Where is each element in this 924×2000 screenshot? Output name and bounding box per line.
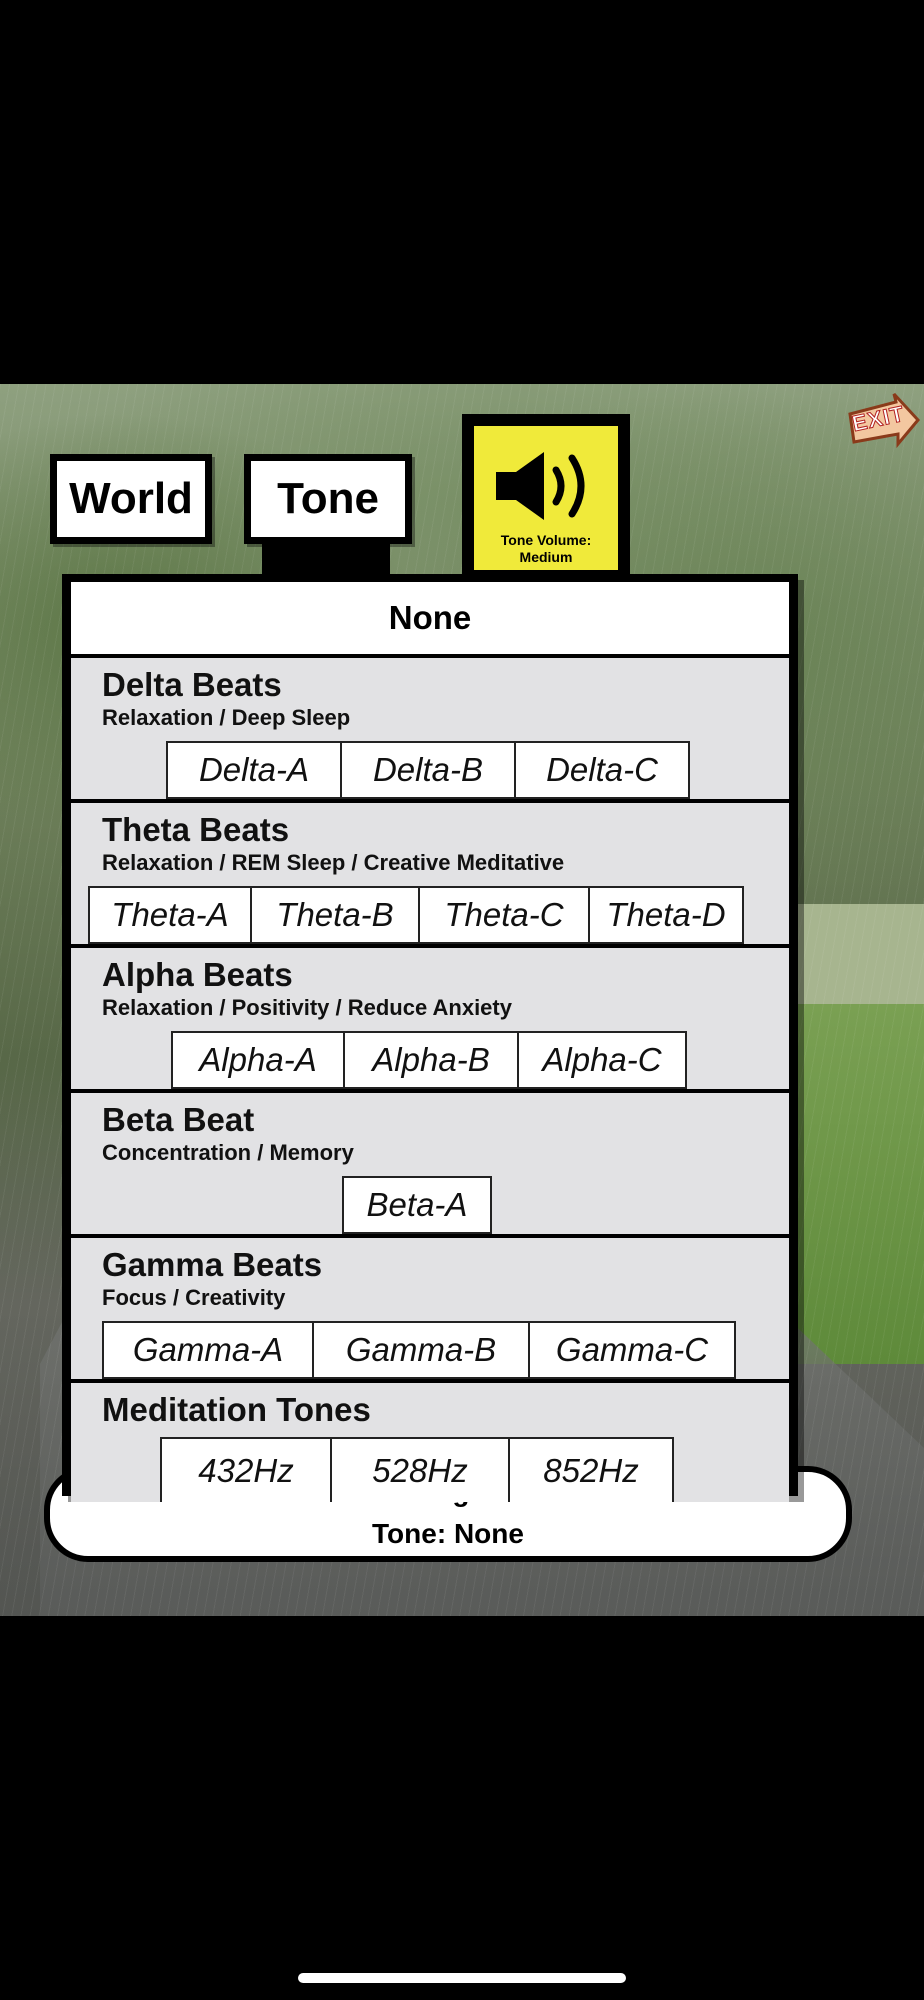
exit-button[interactable]: EXIT: [846, 392, 920, 450]
section-subtitle: Relaxation / REM Sleep / Creative Medita…: [102, 850, 565, 875]
tone-option-gamma-c[interactable]: Gamma-C: [528, 1321, 736, 1379]
tone-option-beta-a[interactable]: Beta-A: [342, 1176, 492, 1234]
tone-option-alpha-b[interactable]: Alpha-B: [343, 1031, 519, 1089]
section-title: Theta Beats: [102, 811, 290, 848]
tone-option-theta-d[interactable]: Theta-D: [588, 886, 744, 944]
tone-option-alpha-c[interactable]: Alpha-C: [517, 1031, 687, 1089]
tone-selection-panel: None Delta Beats Relaxation / Deep Sleep…: [62, 574, 798, 1502]
tone-option-852hz[interactable]: 852Hz: [508, 1437, 674, 1502]
tone-option-theta-b[interactable]: Theta-B: [250, 886, 420, 944]
tone-option-theta-c[interactable]: Theta-C: [418, 886, 590, 944]
section-title: Alpha Beats: [102, 956, 293, 993]
section-alpha: Alpha Beats Relaxation / Positivity / Re…: [71, 948, 789, 1089]
tone-option-none[interactable]: None: [71, 582, 789, 654]
section-subtitle: Relaxation / Deep Sleep: [102, 705, 351, 730]
tone-option-gamma-a[interactable]: Gamma-A: [102, 1321, 314, 1379]
tone-option-delta-b[interactable]: Delta-B: [340, 741, 516, 799]
home-indicator[interactable]: [298, 1973, 626, 1983]
tab-world[interactable]: World: [50, 454, 212, 544]
tone-option-theta-a[interactable]: Theta-A: [88, 886, 252, 944]
section-title: Beta Beat: [102, 1101, 255, 1138]
section-gamma: Gamma Beats Focus / Creativity Gamma-A G…: [71, 1238, 789, 1379]
tone-option-528hz[interactable]: 528Hz: [330, 1437, 510, 1502]
tone-volume-button[interactable]: Tone Volume: Medium: [462, 414, 630, 578]
section-subtitle: Relaxation / Positivity / Reduce Anxiety: [102, 995, 512, 1020]
tone-option-delta-a[interactable]: Delta-A: [166, 741, 342, 799]
section-title: Delta Beats: [102, 666, 282, 703]
section-title: Gamma Beats: [102, 1246, 323, 1283]
section-title: Meditation Tones: [102, 1391, 371, 1428]
tone-option-432hz[interactable]: 432Hz: [160, 1437, 332, 1502]
tone-option-alpha-a[interactable]: Alpha-A: [171, 1031, 345, 1089]
section-beta: Beta Beat Concentration / Memory Beta-A: [71, 1093, 789, 1234]
section-subtitle: Concentration / Memory: [102, 1140, 354, 1165]
section-meditation: Meditation Tones 432Hz 528Hz 852Hz: [71, 1383, 789, 1502]
section-theta: Theta Beats Relaxation / REM Sleep / Cre…: [71, 803, 789, 944]
tone-volume-label: Tone Volume: Medium: [500, 532, 592, 565]
tone-option-gamma-b[interactable]: Gamma-B: [312, 1321, 530, 1379]
status-tone: Tone: None: [372, 1518, 524, 1549]
tab-tone[interactable]: Tone: [244, 454, 412, 544]
section-subtitle: Focus / Creativity: [102, 1285, 286, 1310]
section-delta: Delta Beats Relaxation / Deep Sleep Delt…: [71, 658, 789, 799]
tone-option-delta-c[interactable]: Delta-C: [514, 741, 690, 799]
speaker-icon: [496, 452, 585, 520]
